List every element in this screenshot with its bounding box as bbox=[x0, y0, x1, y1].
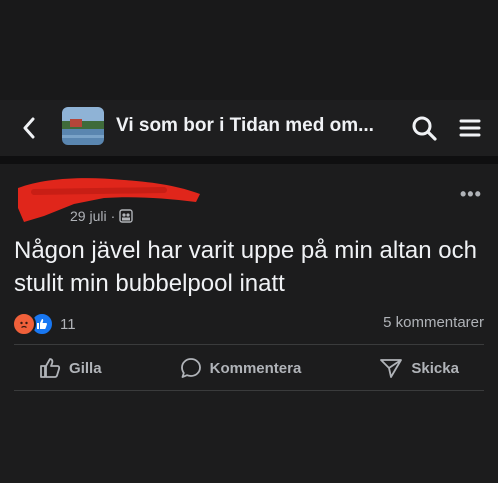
reactions-summary[interactable]: 11 bbox=[12, 312, 76, 336]
section-divider bbox=[0, 156, 498, 164]
comment-label: Kommentera bbox=[209, 359, 302, 377]
post-date[interactable]: 29 juli bbox=[70, 208, 107, 224]
post-card: ••• 29 juli · Någon jävel har varit uppe… bbox=[0, 164, 498, 483]
meta-separator: · bbox=[110, 208, 116, 224]
like-label: Gilla bbox=[69, 359, 102, 377]
actions-divider-top bbox=[14, 344, 484, 345]
more-options-button[interactable]: ••• bbox=[460, 184, 482, 205]
post-meta: 29 juli · bbox=[70, 208, 133, 224]
send-icon bbox=[380, 359, 403, 378]
comments-count[interactable]: 5 kommentarer bbox=[383, 314, 484, 331]
reaction-count: 11 bbox=[60, 315, 76, 333]
group-title[interactable]: Vi som bor i Tidan med om... bbox=[116, 115, 374, 137]
thumbs-up-icon bbox=[40, 358, 61, 378]
group-cover-thumbnail[interactable] bbox=[62, 107, 104, 145]
search-icon bbox=[412, 116, 437, 141]
search-button[interactable] bbox=[410, 114, 438, 142]
angry-reaction-icon bbox=[12, 312, 36, 336]
comment-bubble-icon bbox=[180, 358, 201, 378]
menu-button[interactable] bbox=[456, 114, 484, 142]
menu-icon bbox=[459, 119, 481, 137]
share-button[interactable]: Skicka bbox=[379, 357, 459, 379]
group-icon bbox=[119, 209, 133, 223]
comment-button[interactable]: Kommentera bbox=[180, 357, 302, 379]
post-actions: Gilla Kommentera Skicka bbox=[0, 348, 498, 388]
chevron-left-icon bbox=[23, 117, 35, 139]
post-text: Någon jävel har varit uppe på min altan … bbox=[14, 237, 477, 297]
back-button[interactable] bbox=[18, 116, 40, 140]
like-button[interactable]: Gilla bbox=[39, 357, 102, 379]
group-header: Vi som bor i Tidan med om... bbox=[0, 100, 498, 156]
share-label: Skicka bbox=[411, 359, 459, 377]
actions-divider-bottom bbox=[14, 390, 484, 391]
